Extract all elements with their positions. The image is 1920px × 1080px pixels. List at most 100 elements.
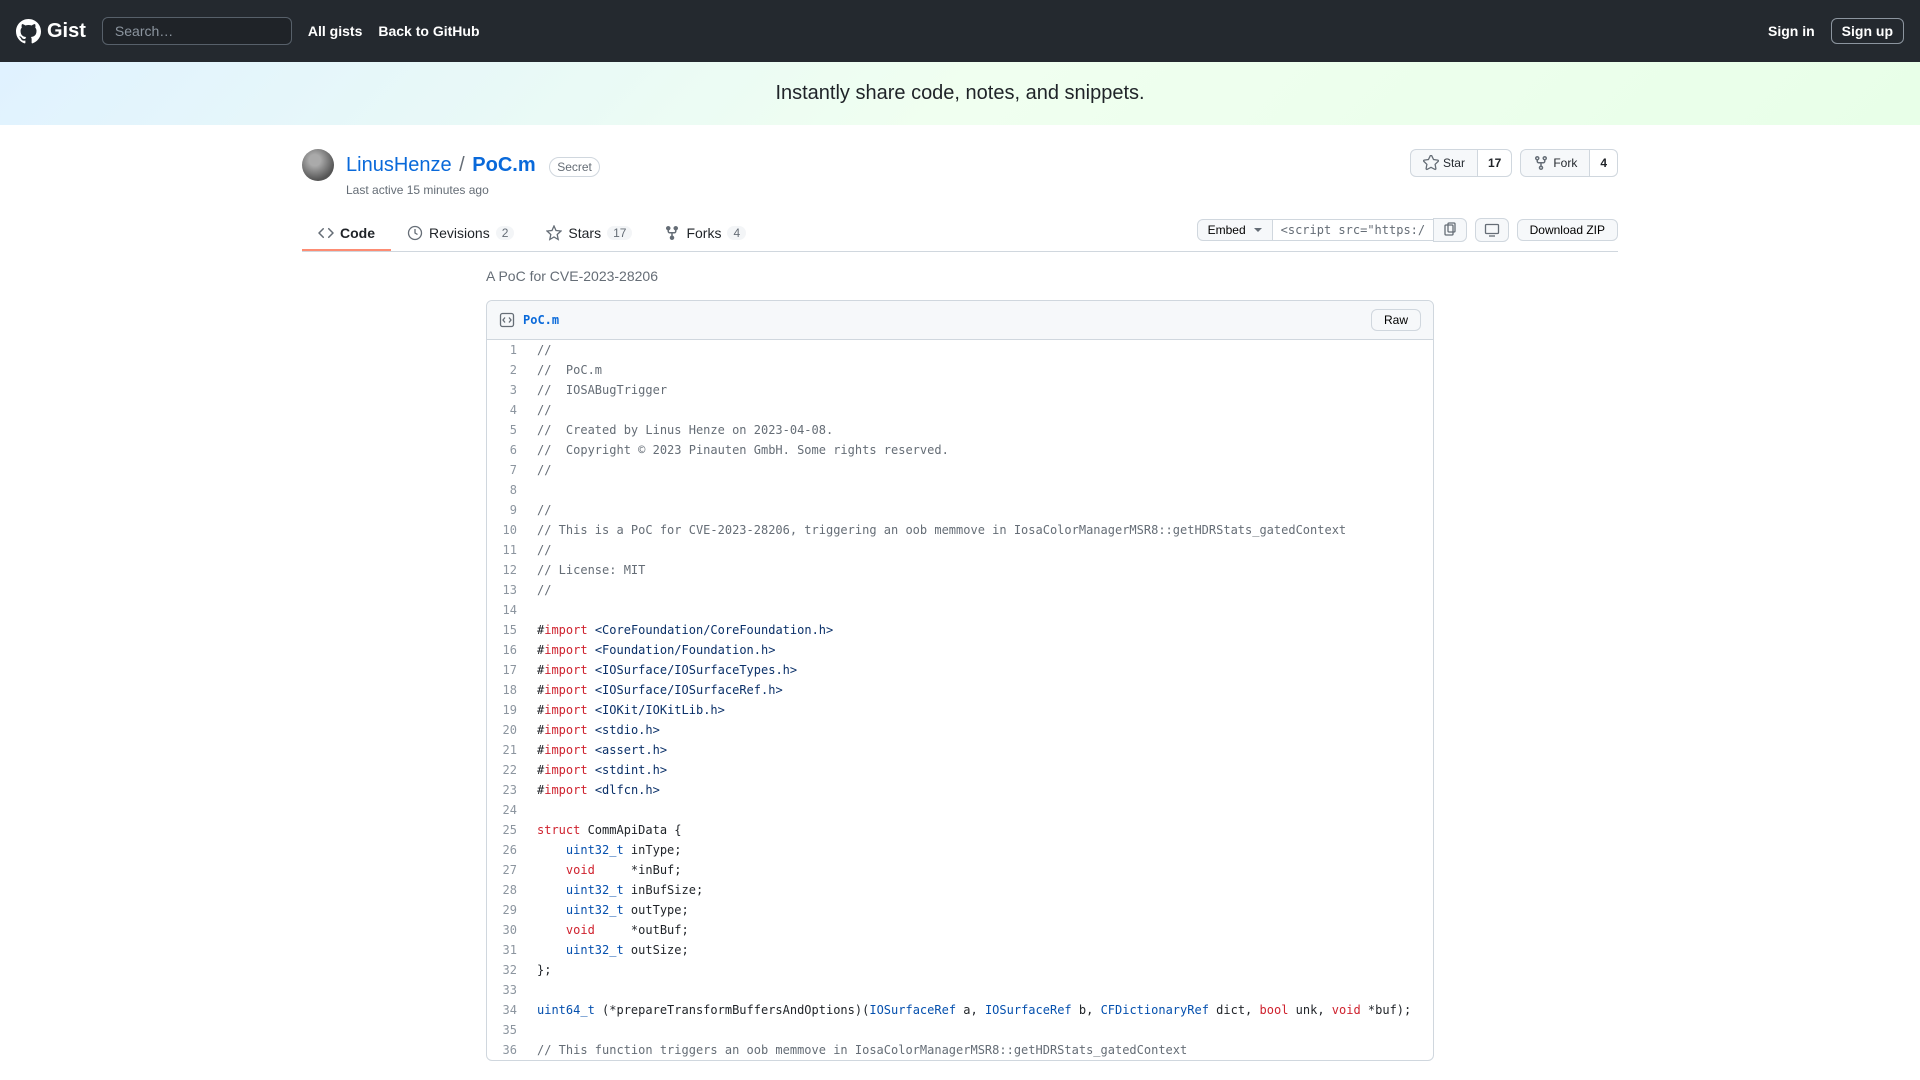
line-content[interactable]: void *outBuf; xyxy=(527,920,1433,940)
fork-button[interactable]: Fork xyxy=(1520,149,1590,177)
line-number[interactable]: 4 xyxy=(487,400,527,420)
line-content[interactable]: // xyxy=(527,340,1433,360)
line-number[interactable]: 1 xyxy=(487,340,527,360)
tab-revisions[interactable]: Revisions 2 xyxy=(391,217,530,251)
line-number[interactable]: 16 xyxy=(487,640,527,660)
line-number[interactable]: 29 xyxy=(487,900,527,920)
line-content[interactable]: void *inBuf; xyxy=(527,860,1433,880)
toolbar: Embed Download ZIP xyxy=(1197,218,1618,250)
line-content[interactable]: #import <assert.h> xyxy=(527,740,1433,760)
line-content[interactable]: #import <stdio.h> xyxy=(527,720,1433,740)
gist-filename-link[interactable]: PoC.m xyxy=(472,154,535,176)
line-content[interactable]: // This function triggers an oob memmove… xyxy=(527,1040,1433,1060)
line-content[interactable]: // xyxy=(527,400,1433,420)
line-content[interactable]: }; xyxy=(527,960,1433,980)
line-content[interactable] xyxy=(527,600,1433,620)
line-content[interactable]: // License: MIT xyxy=(527,560,1433,580)
line-number[interactable]: 21 xyxy=(487,740,527,760)
open-desktop-button[interactable] xyxy=(1475,218,1509,242)
line-content[interactable] xyxy=(527,800,1433,820)
line-number[interactable]: 34 xyxy=(487,1000,527,1020)
search-input[interactable] xyxy=(102,17,292,45)
line-number[interactable]: 8 xyxy=(487,480,527,500)
line-number[interactable]: 33 xyxy=(487,980,527,1000)
fork-count[interactable]: 4 xyxy=(1590,149,1618,177)
line-number[interactable]: 27 xyxy=(487,860,527,880)
line-number[interactable]: 5 xyxy=(487,420,527,440)
avatar[interactable] xyxy=(302,149,334,181)
raw-button[interactable]: Raw xyxy=(1371,309,1421,331)
line-content[interactable]: // This is a PoC for CVE-2023-28206, tri… xyxy=(527,520,1433,540)
line-number[interactable]: 15 xyxy=(487,620,527,640)
author-link[interactable]: LinusHenze xyxy=(346,154,452,176)
line-number[interactable]: 2 xyxy=(487,360,527,380)
tab-forks[interactable]: Forks 4 xyxy=(648,217,762,251)
line-content[interactable]: uint32_t inBufSize; xyxy=(527,880,1433,900)
line-number[interactable]: 9 xyxy=(487,500,527,520)
line-number[interactable]: 3 xyxy=(487,380,527,400)
line-number[interactable]: 11 xyxy=(487,540,527,560)
line-content[interactable]: uint32_t outSize; xyxy=(527,940,1433,960)
line-content[interactable]: #import <IOKit/IOKitLib.h> xyxy=(527,700,1433,720)
line-content[interactable]: #import <CoreFoundation/CoreFoundation.h… xyxy=(527,620,1433,640)
line-content[interactable]: uint64_t (*prepareTransformBuffersAndOpt… xyxy=(527,1000,1433,1020)
line-number[interactable]: 31 xyxy=(487,940,527,960)
line-content[interactable] xyxy=(527,480,1433,500)
line-number[interactable]: 35 xyxy=(487,1020,527,1040)
file-name-link[interactable]: PoC.m xyxy=(523,313,559,327)
line-content[interactable]: // xyxy=(527,580,1433,600)
line-content[interactable]: // Copyright © 2023 Pinauten GmbH. Some … xyxy=(527,440,1433,460)
tab-code[interactable]: Code xyxy=(302,217,391,251)
sign-up-button[interactable]: Sign up xyxy=(1831,18,1904,44)
line-number[interactable]: 26 xyxy=(487,840,527,860)
line-number[interactable]: 17 xyxy=(487,660,527,680)
tab-forks-count: 4 xyxy=(727,226,746,240)
line-number[interactable]: 36 xyxy=(487,1040,527,1060)
line-number[interactable]: 28 xyxy=(487,880,527,900)
line-content[interactable]: struct CommApiData { xyxy=(527,820,1433,840)
line-content[interactable] xyxy=(527,980,1433,1000)
line-content[interactable]: #import <Foundation/Foundation.h> xyxy=(527,640,1433,660)
line-number[interactable]: 19 xyxy=(487,700,527,720)
embed-dropdown[interactable]: Embed xyxy=(1197,219,1273,241)
line-number[interactable]: 20 xyxy=(487,720,527,740)
line-content[interactable]: // PoC.m xyxy=(527,360,1433,380)
line-number[interactable]: 22 xyxy=(487,760,527,780)
download-zip-button[interactable]: Download ZIP xyxy=(1517,219,1618,241)
copy-button[interactable] xyxy=(1433,218,1467,242)
line-number[interactable]: 14 xyxy=(487,600,527,620)
nav-all-gists[interactable]: All gists xyxy=(308,23,362,39)
code-table: 1//2// PoC.m3// IOSABugTrigger4//5// Cre… xyxy=(487,340,1433,1060)
line-content[interactable]: // IOSABugTrigger xyxy=(527,380,1433,400)
line-number[interactable]: 30 xyxy=(487,920,527,940)
gist-title-row: LinusHenze / PoC.m Secret xyxy=(302,149,600,181)
line-number[interactable]: 10 xyxy=(487,520,527,540)
line-number[interactable]: 32 xyxy=(487,960,527,980)
line-content[interactable]: // xyxy=(527,460,1433,480)
star-count[interactable]: 17 xyxy=(1478,149,1512,177)
line-number[interactable]: 6 xyxy=(487,440,527,460)
line-number[interactable]: 24 xyxy=(487,800,527,820)
line-number[interactable]: 23 xyxy=(487,780,527,800)
line-content[interactable]: // Created by Linus Henze on 2023-04-08. xyxy=(527,420,1433,440)
line-number[interactable]: 7 xyxy=(487,460,527,480)
line-content[interactable]: // xyxy=(527,540,1433,560)
line-content[interactable]: #import <IOSurface/IOSurfaceTypes.h> xyxy=(527,660,1433,680)
line-number[interactable]: 18 xyxy=(487,680,527,700)
line-content[interactable]: #import <dlfcn.h> xyxy=(527,780,1433,800)
embed-input[interactable] xyxy=(1273,219,1433,241)
nav-back-to-github[interactable]: Back to GitHub xyxy=(378,23,479,39)
line-content[interactable]: #import <stdint.h> xyxy=(527,760,1433,780)
sign-in-link[interactable]: Sign in xyxy=(1768,23,1815,39)
line-content[interactable] xyxy=(527,1020,1433,1040)
line-content[interactable]: uint32_t inType; xyxy=(527,840,1433,860)
gist-logo[interactable]: Gist xyxy=(16,19,86,44)
line-number[interactable]: 25 xyxy=(487,820,527,840)
line-content[interactable]: uint32_t outType; xyxy=(527,900,1433,920)
line-content[interactable]: #import <IOSurface/IOSurfaceRef.h> xyxy=(527,680,1433,700)
line-content[interactable]: // xyxy=(527,500,1433,520)
line-number[interactable]: 13 xyxy=(487,580,527,600)
tab-stars[interactable]: Stars 17 xyxy=(530,217,648,251)
star-button[interactable]: Star xyxy=(1410,149,1478,177)
line-number[interactable]: 12 xyxy=(487,560,527,580)
